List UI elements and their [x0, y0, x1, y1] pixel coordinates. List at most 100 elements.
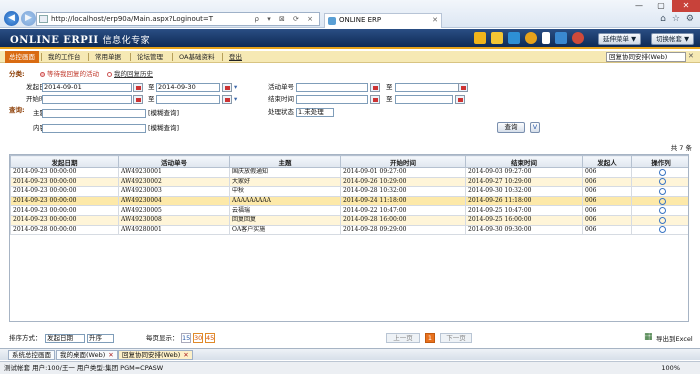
activity-no-to-input[interactable] — [395, 83, 465, 92]
view-icon[interactable] — [658, 168, 666, 176]
tab-system-dashboard[interactable]: 系统总控画面 — [8, 350, 55, 360]
page-size-30[interactable]: 30 — [193, 333, 203, 343]
favicon-icon — [328, 17, 336, 25]
activity-no-from-input[interactable] — [296, 83, 368, 92]
start-date-to-input[interactable]: 2014-09-30 — [156, 83, 220, 92]
cell-end-time: 2014-09-30 10:32:00 — [465, 186, 583, 197]
lookup-icon[interactable] — [458, 83, 468, 92]
lookup-icon[interactable] — [370, 83, 380, 92]
begin-time-to-input[interactable] — [156, 95, 220, 104]
view-icon[interactable] — [658, 207, 666, 215]
tab-pending-replies[interactable]: 等待我回复的活动 — [47, 70, 99, 79]
menu-separator — [88, 53, 89, 61]
start-date-from-input[interactable]: 2014-09-01 — [42, 83, 132, 92]
content-input[interactable] — [42, 124, 146, 133]
column-header[interactable]: 结束时间 — [465, 155, 583, 168]
close-function-icon[interactable]: ✕ — [688, 52, 696, 61]
table-row[interactable]: 2014-09-23 00:00:00 AW49230003 中秋 2014-0… — [10, 186, 688, 197]
view-icon[interactable] — [658, 197, 666, 205]
calendar-icon[interactable] — [370, 95, 380, 104]
next-page-button[interactable]: 下一页 — [440, 333, 472, 343]
close-tab-icon[interactable]: ✕ — [183, 351, 188, 359]
close-tab-icon[interactable]: ✕ — [108, 351, 113, 359]
view-icon[interactable] — [658, 216, 666, 224]
table-row[interactable]: 2014-09-28 00:00:00 AW49280001 OA客户实施 20… — [10, 224, 688, 236]
app-header: ONLINE ERPII 信息化专家 延伸菜单 ▼ 切换帐套 ▼ — [0, 29, 700, 49]
radio-history[interactable] — [107, 72, 112, 77]
mail-icon[interactable] — [491, 32, 503, 44]
current-page[interactable]: 1 — [425, 333, 435, 343]
menu-item-oa-basics[interactable]: OA基础资料 — [175, 51, 218, 63]
forward-icon[interactable]: ▶ — [21, 11, 36, 26]
column-header[interactable]: 发起人 — [582, 155, 632, 168]
menu-item-logout[interactable]: 登出 — [225, 51, 246, 63]
column-header[interactable]: 活动单号 — [118, 155, 230, 168]
extend-menu-button[interactable]: 延伸菜单 ▼ — [598, 33, 642, 45]
view-icon[interactable] — [658, 226, 666, 234]
user-icon[interactable] — [508, 32, 520, 44]
page-size-15[interactable]: 15 — [181, 333, 191, 343]
star-icon[interactable]: ☆ — [672, 14, 680, 24]
end-time-from-input[interactable] — [296, 95, 368, 104]
page-size-45[interactable]: 45 — [205, 333, 215, 343]
table-row[interactable]: 2014-09-23 00:00:00 AW49230008 回复回复 2014… — [10, 214, 688, 226]
query-button[interactable]: 查询 — [497, 122, 525, 133]
begin-time-from-input[interactable] — [42, 95, 132, 104]
power-icon[interactable] — [572, 32, 584, 44]
column-header[interactable]: 主题 — [229, 155, 341, 168]
cell-start-date: 2014-09-23 00:00:00 — [10, 167, 119, 178]
menu-item-common-forms[interactable]: 常用单据 — [91, 51, 125, 63]
sort-order-select[interactable]: 升序 — [87, 334, 114, 343]
prev-page-button[interactable]: 上一页 — [386, 333, 420, 343]
maximize-button[interactable]: ▢ — [650, 0, 672, 12]
column-header[interactable]: 开始时间 — [340, 155, 466, 168]
calendar-icon[interactable] — [455, 95, 465, 104]
calendar-icon[interactable] — [222, 95, 232, 104]
calendar-icon[interactable] — [222, 83, 232, 92]
dropdown-arrow-icon[interactable]: ▾ — [234, 95, 237, 104]
zoom-level[interactable]: 100% — [661, 362, 680, 374]
cell-begin-time: 2014-09-28 09:29:00 — [340, 224, 466, 236]
expand-button[interactable]: V — [530, 122, 540, 133]
table-row[interactable]: 2014-09-23 00:00:00 AW49230005 云福瑞 2014-… — [10, 205, 688, 216]
radio-pending[interactable] — [40, 72, 45, 77]
address-controls[interactable]: ρ ▾ ⊠ ⟳ × — [255, 13, 316, 25]
table-row[interactable]: 2014-09-23 00:00:00 AW49230004 AAAAAAAAA… — [10, 195, 688, 207]
excel-icon[interactable]: ▦ — [644, 333, 653, 342]
home-icon[interactable]: ⌂ — [660, 14, 666, 24]
status-select[interactable]: 1.未处理 — [296, 108, 334, 117]
menu-item-forum[interactable]: 论坛管理 — [133, 51, 167, 63]
sort-field-select[interactable]: 发起日期 — [45, 334, 85, 343]
info-icon[interactable] — [555, 32, 567, 44]
menu-item-dashboard[interactable]: 总控画面 — [5, 51, 39, 63]
subject-input[interactable] — [42, 109, 146, 118]
dropdown-arrow-icon[interactable]: ▾ — [234, 83, 237, 92]
mobile-icon[interactable] — [542, 32, 550, 44]
export-excel-link[interactable]: 导出到Excel — [656, 335, 693, 344]
cell-start-date: 2014-09-23 00:00:00 — [10, 195, 119, 207]
sort-label: 排序方式： — [9, 334, 42, 342]
calendar-icon[interactable] — [133, 83, 143, 92]
tab-my-desktop[interactable]: 我的桌面(Web) ✕ — [56, 350, 118, 360]
close-window-button[interactable]: ✕ — [672, 0, 700, 12]
table-row[interactable]: 2014-09-23 00:00:00 AW49230002 大家好 2014-… — [10, 176, 688, 188]
calendar-icon[interactable] — [133, 95, 143, 104]
end-time-to-input[interactable] — [395, 95, 453, 104]
minimize-button[interactable]: — — [628, 0, 650, 12]
refresh-icon[interactable] — [474, 32, 486, 44]
tab-reply-schedule[interactable]: 回复协同安排(Web) ✕ — [118, 350, 193, 360]
view-icon[interactable] — [658, 187, 666, 195]
table-row[interactable]: 2014-09-23 00:00:00 AW49230001 国庆放假通知 20… — [10, 167, 688, 178]
gear-icon[interactable]: ⚙ — [686, 14, 694, 24]
close-tab-icon[interactable]: ✕ — [432, 14, 438, 27]
browser-tab[interactable]: ONLINE ERP ✕ — [324, 13, 442, 28]
function-select[interactable]: 回复协同安排(Web) — [606, 52, 686, 62]
column-header[interactable]: 发起日期 — [10, 155, 119, 168]
address-bar[interactable]: http://localhost/erp90a/Main.aspx?Logino… — [36, 12, 320, 26]
switch-account-button[interactable]: 切换帐套 ▼ — [651, 33, 695, 45]
menu-item-workbench[interactable]: 我的工作台 — [44, 51, 85, 63]
help-icon[interactable] — [525, 32, 537, 44]
back-icon[interactable]: ◀ — [4, 11, 19, 26]
view-icon[interactable] — [658, 178, 666, 186]
tab-reply-history[interactable]: 我的回复历史 — [114, 70, 153, 79]
